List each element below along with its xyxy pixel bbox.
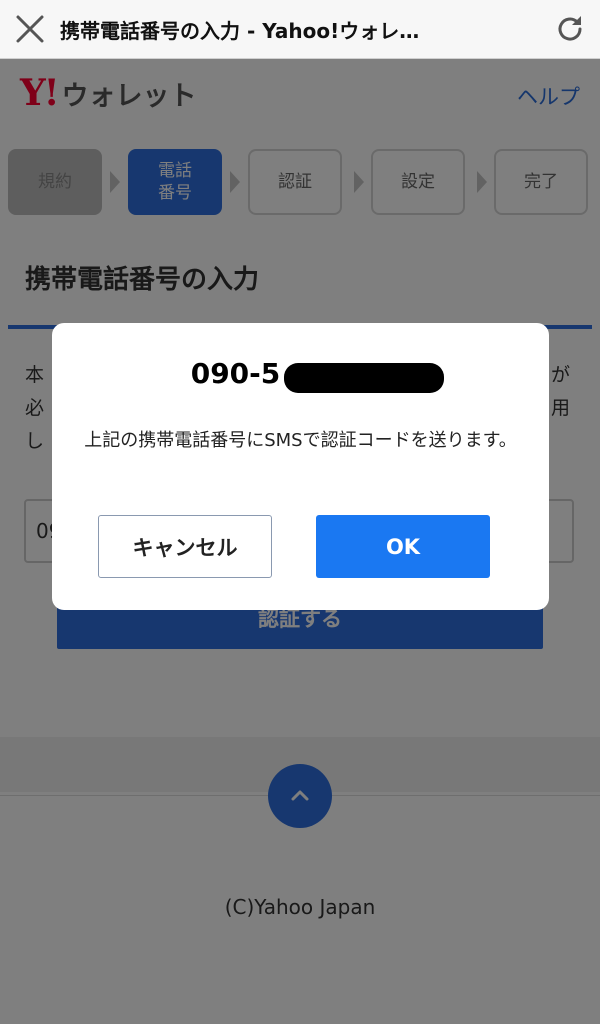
confirm-dialog: 090-5 上記の携帯電話番号にSMSで認証コードを送ります。 キャンセル OK <box>52 323 549 610</box>
reload-icon <box>558 16 582 41</box>
close-icon <box>16 15 44 43</box>
redaction-mark <box>284 363 444 393</box>
cancel-button[interactable]: キャンセル <box>98 515 272 578</box>
phone-number-text: 090-5 <box>190 357 281 390</box>
reload-button[interactable] <box>540 0 600 58</box>
dialog-message: 上記の携帯電話番号にSMSで認証コードを送ります。 <box>84 430 517 451</box>
browser-toolbar: 携帯電話番号の入力 - Yahoo!ウォレ… <box>0 0 600 59</box>
browser-page-title: 携帯電話番号の入力 - Yahoo!ウォレ… <box>60 18 420 43</box>
ok-button[interactable]: OK <box>316 515 490 578</box>
close-button[interactable] <box>0 0 60 58</box>
